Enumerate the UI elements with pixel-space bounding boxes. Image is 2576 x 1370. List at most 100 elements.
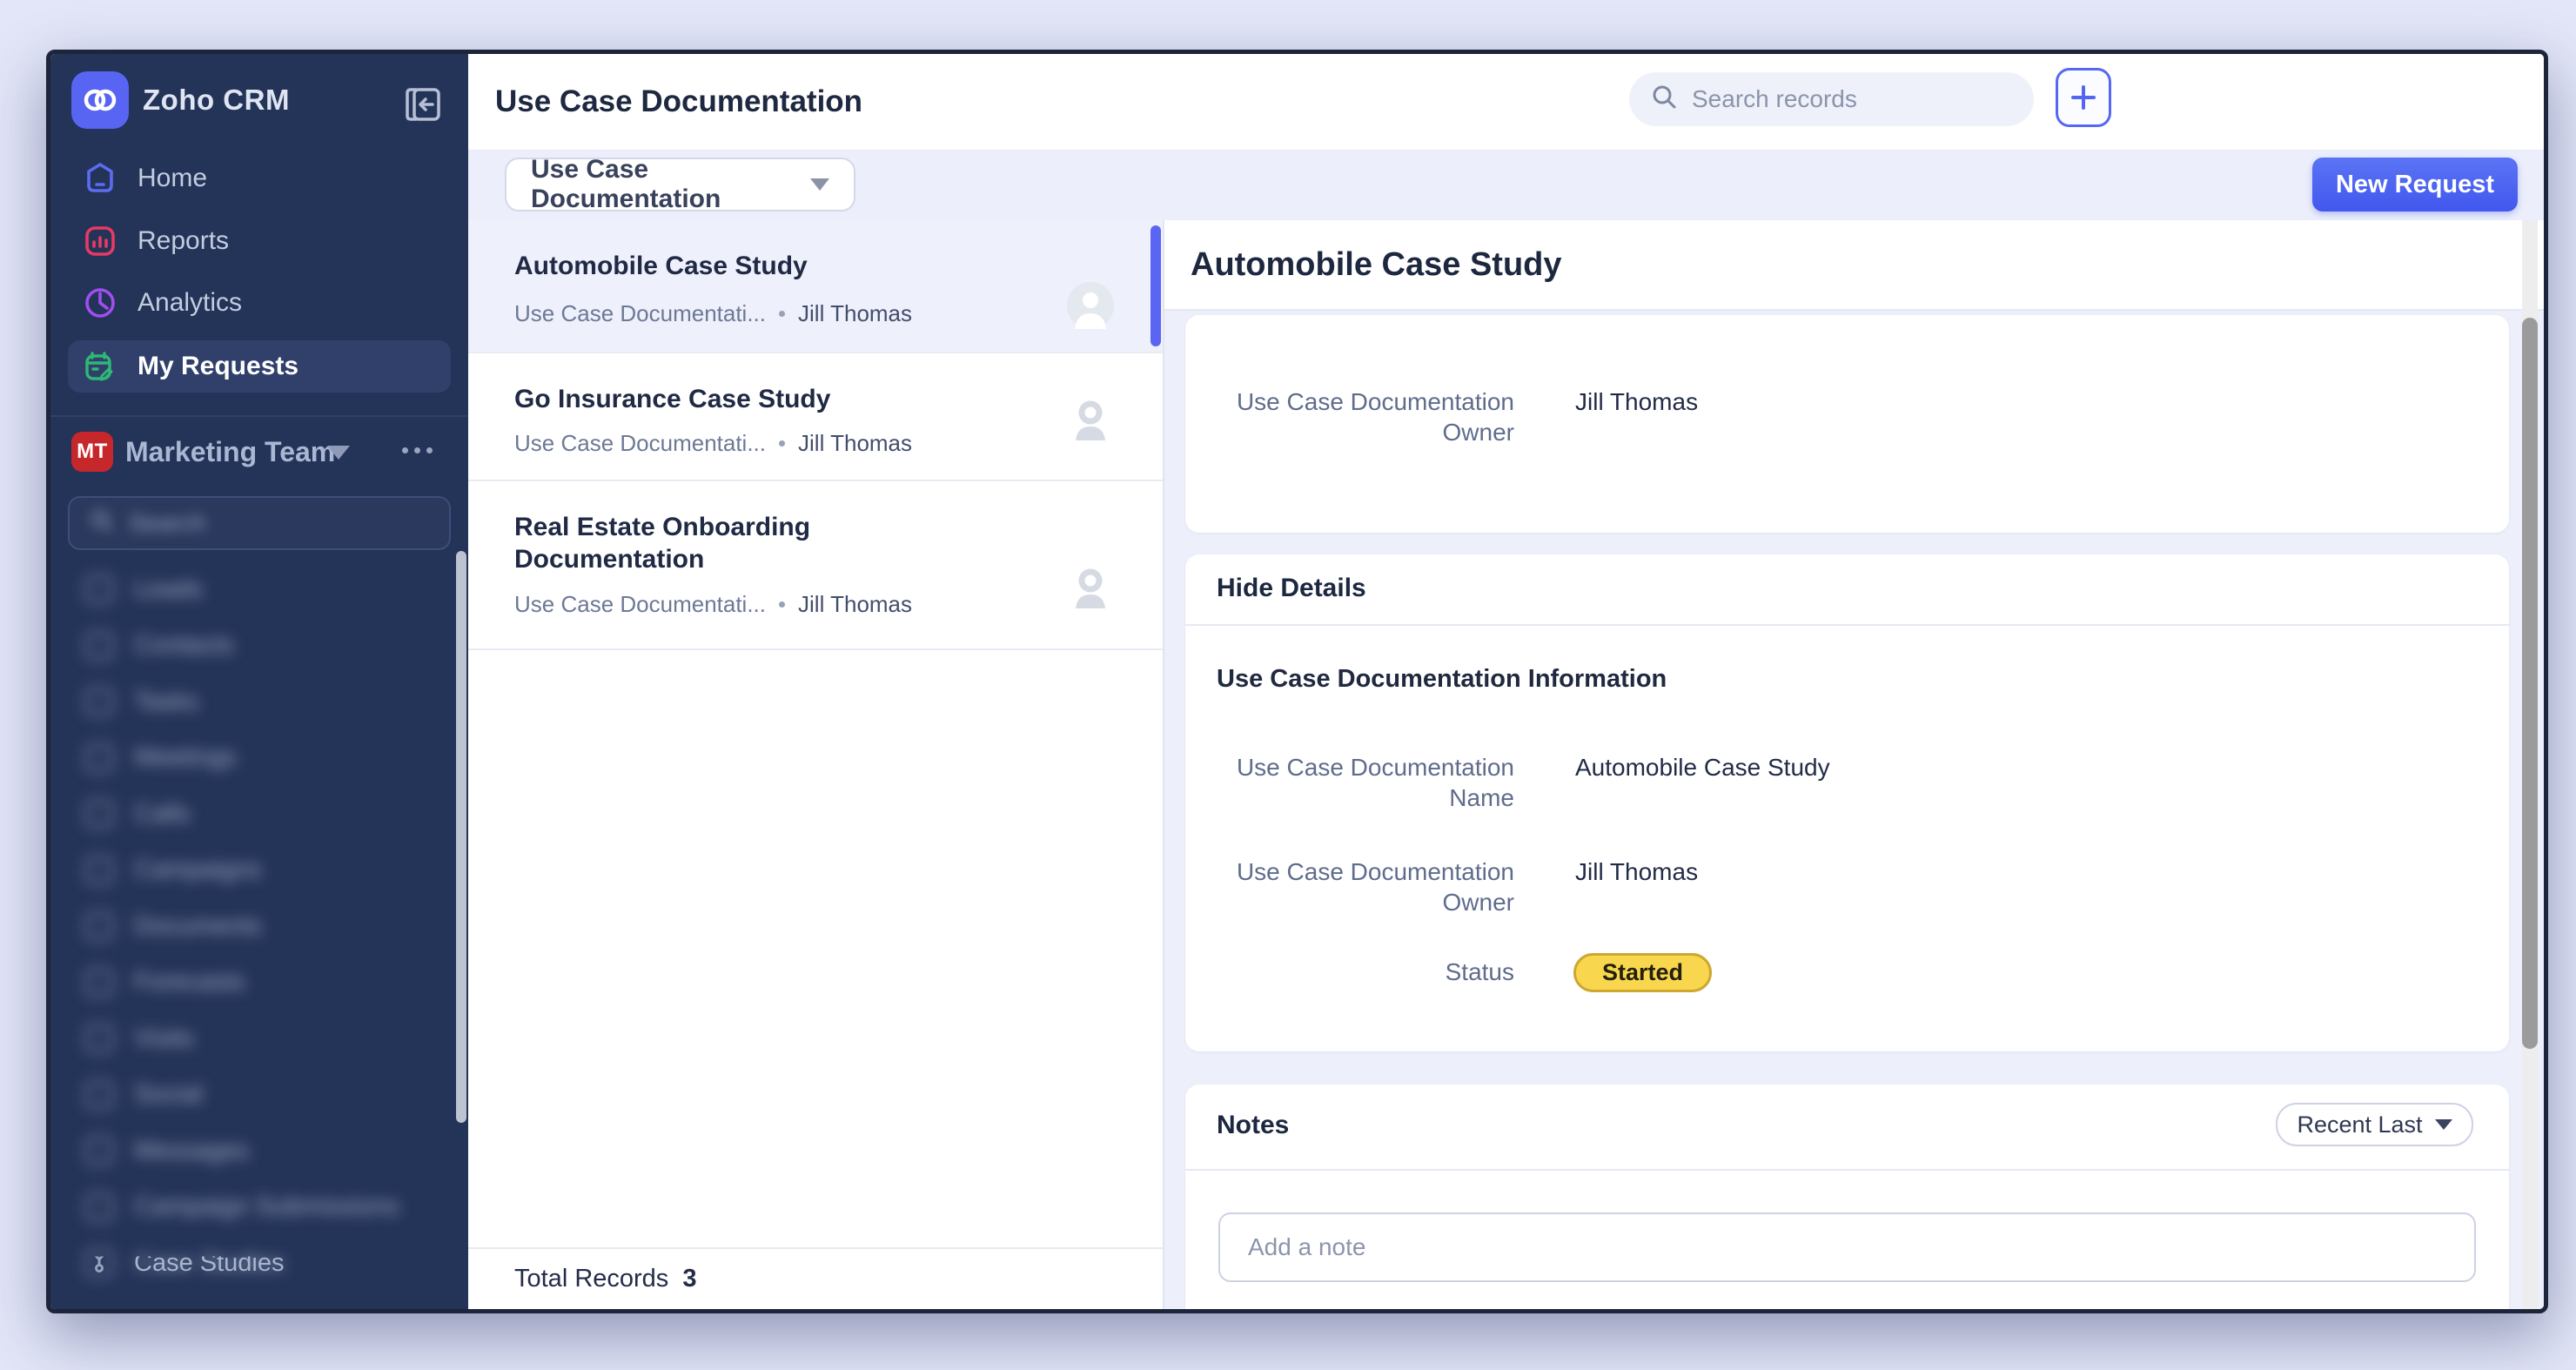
divider [1185, 624, 2509, 626]
module-icon [85, 800, 113, 828]
sidebar-item-label: Analytics [138, 288, 242, 318]
field-value: Jill Thomas [1575, 856, 1698, 888]
sidebar-item-label: Home [138, 164, 207, 193]
sidebar-module-contacts[interactable]: Contacts [50, 618, 460, 675]
page-title: Use Case Documentation [495, 54, 862, 150]
sidebar-item-my-requests[interactable]: My Requests [68, 340, 451, 393]
module-icon [85, 969, 113, 997]
field-label: Use Case Documentation Name [1220, 752, 1514, 813]
sidebar-module-documents[interactable]: Documents [50, 898, 460, 955]
view-selector-label: Use Case Documentation [531, 155, 810, 214]
sidebar-item-home[interactable]: Home [68, 152, 451, 205]
total-records-count: 3 [682, 1265, 696, 1293]
chevron-down-icon [2435, 1119, 2452, 1130]
team-caret-down-icon[interactable] [327, 446, 350, 460]
notes-sort-label: Recent Last [2297, 1111, 2422, 1138]
search-icon [89, 507, 115, 540]
notes-sort-dropdown[interactable]: Recent Last [2276, 1103, 2473, 1146]
field-label: Use Case Documentation Owner [1220, 386, 1514, 447]
sidebar-module-meetings[interactable]: Meetings [50, 730, 460, 787]
list-item-go-insurance-case-study[interactable]: Go Insurance Case Study Use Case Documen… [468, 353, 1163, 481]
record-module: Use Case Documentati... [514, 591, 766, 618]
chevron-down-icon [810, 178, 829, 191]
field-value: Jill Thomas [1575, 386, 1698, 418]
total-records-bar: Total Records 3 [468, 1247, 1163, 1309]
sidebar-search-placeholder: Search [129, 509, 206, 537]
global-search-placeholder: Search records [1692, 85, 1857, 113]
detail-scrollbar-thumb[interactable] [2522, 318, 2538, 1049]
field-label: Use Case Documentation Owner [1220, 856, 1514, 917]
sidebar-divider [50, 415, 468, 417]
status-badge[interactable]: Started [1573, 953, 1712, 992]
module-icon [85, 632, 113, 660]
dot-separator [779, 601, 785, 608]
sidebar-module-forecasts[interactable]: Forecasts [50, 955, 460, 1011]
sidebar-module-social[interactable]: Social [50, 1067, 460, 1124]
team-more-icon[interactable] [402, 447, 433, 453]
avatar [1067, 561, 1114, 608]
record-title: Real Estate Onboarding Documentation [514, 511, 862, 575]
notes-title: Notes [1217, 1111, 1289, 1140]
divider [1185, 1169, 2509, 1171]
record-list-panel: Automobile Case Study Use Case Documenta… [468, 220, 1164, 1309]
record-owner: Jill Thomas [798, 430, 912, 457]
brand-row: Zoho CRM [50, 54, 468, 158]
my-requests-icon [82, 348, 118, 385]
sidebar-item-label: My Requests [138, 352, 299, 381]
search-icon [1650, 83, 1678, 117]
hide-details-toggle[interactable]: Hide Details [1217, 574, 1366, 603]
section-title: Use Case Documentation Information [1217, 665, 1667, 694]
list-item-automobile-case-study[interactable]: Automobile Case Study Use Case Documenta… [468, 220, 1163, 353]
module-icon [85, 688, 113, 715]
module-icon [85, 856, 113, 884]
reports-icon [82, 223, 118, 259]
analytics-icon [82, 285, 118, 321]
notes-card: Notes Recent Last [1185, 1085, 2509, 1313]
list-item-real-estate-onboarding[interactable]: Real Estate Onboarding Documentation Use… [468, 481, 1163, 650]
record-module: Use Case Documentati... [514, 430, 766, 457]
view-selector-dropdown[interactable]: Use Case Documentation [505, 158, 855, 212]
selected-indicator-bar [1150, 225, 1161, 346]
toolbar: Use Case Documentation New Request [468, 151, 2544, 220]
sidebar-scrollbar[interactable] [456, 551, 466, 1123]
sidebar-module-campaigns[interactable]: Campaigns [50, 843, 460, 899]
field-label-status: Status [1220, 957, 1514, 987]
sidebar-module-visits[interactable]: Visits [50, 1011, 460, 1067]
zoho-crm-logo-icon [71, 71, 129, 129]
new-request-button[interactable]: New Request [2312, 158, 2518, 212]
sidebar-item-analytics[interactable]: Analytics [68, 277, 451, 329]
module-icon [85, 1193, 113, 1221]
record-title: Go Insurance Case Study [514, 383, 862, 415]
sidebar-module-tasks[interactable]: Tasks [50, 674, 460, 730]
global-search-input[interactable]: Search records [1629, 72, 2034, 126]
sidebar-item-label: Reports [138, 226, 229, 256]
sidebar-collapse-icon[interactable] [404, 87, 442, 122]
module-icon [85, 912, 113, 940]
module-list-blurred: Leads Contacts Tasks Meetings Calls Camp… [50, 561, 460, 1292]
team-selector[interactable]: MT Marketing Team [50, 430, 468, 479]
detail-header: Automobile Case Study [1164, 220, 2544, 311]
detail-title: Automobile Case Study [1191, 220, 1562, 309]
sidebar-module-search[interactable]: Search [68, 496, 451, 550]
sidebar-module-leads[interactable]: Leads [50, 561, 460, 618]
record-title: Automobile Case Study [514, 250, 862, 282]
total-records-label: Total Records [514, 1265, 668, 1293]
zia-assistant-icon[interactable] [2541, 54, 2548, 150]
sidebar-module-calls[interactable]: Calls [50, 786, 460, 843]
sidebar-item-reports[interactable]: Reports [68, 215, 451, 267]
quick-create-button[interactable] [2056, 68, 2111, 127]
home-icon [82, 160, 118, 197]
sidebar-module-campaign-submissions[interactable]: Campaign Submissions [50, 1179, 460, 1236]
module-icon [85, 1081, 113, 1109]
avatar [1067, 393, 1114, 440]
sidebar-module-messages[interactable]: Messages [50, 1123, 460, 1179]
brand-name: Zoho CRM [143, 54, 290, 146]
dot-separator [779, 311, 785, 317]
dot-separator [779, 440, 785, 447]
record-module: Use Case Documentati... [514, 300, 766, 327]
module-icon [85, 1137, 113, 1165]
zoho-crm-window: Zoho CRM Home Reports [46, 50, 2548, 1313]
add-note-input[interactable] [1218, 1212, 2476, 1282]
record-detail-panel: Automobile Case Study Use Case Documenta… [1164, 220, 2544, 1309]
record-owner: Jill Thomas [798, 591, 912, 618]
